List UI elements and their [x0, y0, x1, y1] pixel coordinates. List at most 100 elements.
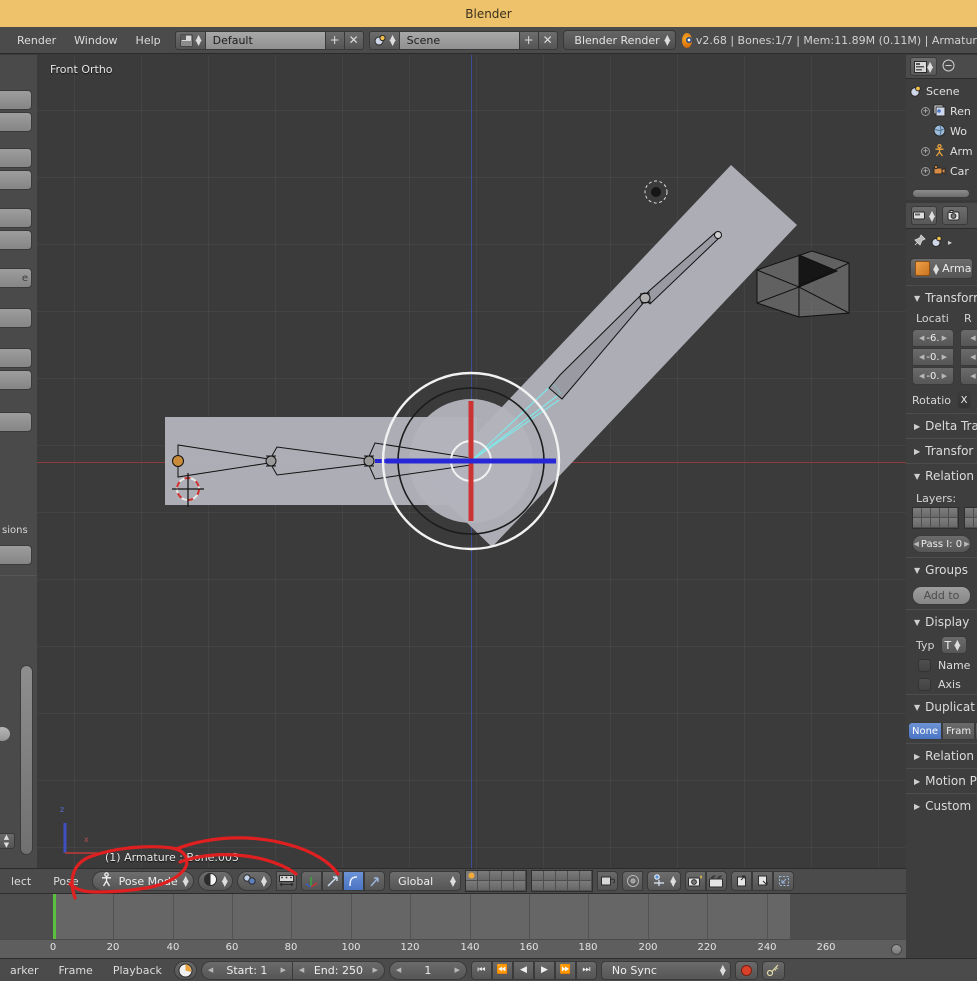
layer-cell[interactable]: [922, 518, 931, 528]
outliner-display-mode-icon[interactable]: ▲▼: [910, 57, 937, 76]
sync-mode-selector[interactable]: No Sync ▲▼: [601, 961, 731, 980]
layer-cell[interactable]: [544, 881, 556, 891]
stepper-icon[interactable]: ▲▼: [0, 833, 15, 849]
layer-cell[interactable]: [940, 518, 949, 528]
viewport-shading-selector[interactable]: ▲▼: [198, 871, 233, 891]
outliner-item-render[interactable]: + Ren: [909, 101, 974, 121]
layer-cell[interactable]: [965, 508, 974, 518]
transform-orientation-selector[interactable]: Global ▲▼: [389, 871, 461, 891]
extra-manipulator-icon[interactable]: [364, 871, 385, 891]
panel-header-transform-locks[interactable]: ▶ Transfor: [906, 438, 977, 463]
decrement-icon[interactable]: ◀: [206, 966, 215, 974]
display-type-select[interactable]: T ▲▼: [941, 636, 967, 654]
screen-layout-field[interactable]: Default: [206, 31, 326, 50]
tab-scene[interactable]: [942, 206, 968, 225]
layer-cell-active[interactable]: [466, 871, 478, 881]
pass-index-field[interactable]: ◀ Pass I: 0 ▶: [912, 535, 971, 553]
auto-keying-icon[interactable]: [174, 961, 197, 980]
duplication-option-none[interactable]: None: [908, 722, 942, 740]
layer-cell[interactable]: [466, 881, 478, 891]
filter-icon[interactable]: [942, 59, 955, 75]
layer-cell[interactable]: [931, 508, 940, 518]
layer-cell[interactable]: [913, 508, 922, 518]
display-name-checkbox-row[interactable]: Name: [906, 656, 977, 675]
layer-group-2[interactable]: [964, 507, 977, 529]
outliner-scrollbar[interactable]: [912, 189, 970, 198]
spinner-icon[interactable]: ▲▼: [720, 965, 726, 975]
duplication-option-frames[interactable]: Fram: [942, 722, 975, 740]
location-z-field[interactable]: ◀ -0. ▶: [912, 367, 954, 385]
layer-cell[interactable]: [949, 518, 958, 528]
increment-icon[interactable]: ▶: [371, 966, 380, 974]
scene-layers-widget[interactable]: [465, 870, 527, 892]
layer-group-1[interactable]: [912, 507, 959, 529]
jump-to-start-icon[interactable]: ⏮: [471, 961, 492, 980]
pivot-point-selector[interactable]: ▲▼: [237, 871, 272, 891]
panel-header-transform[interactable]: ▼ Transform: [906, 285, 977, 310]
outliner-editor[interactable]: ▲▼ Scene + Ren: [906, 55, 977, 200]
render-animation-icon[interactable]: [706, 871, 727, 891]
tool-button[interactable]: [0, 412, 32, 432]
id-block-object[interactable]: ▲▼ Arma: [910, 258, 973, 279]
display-axis-checkbox-row[interactable]: Axis: [906, 675, 977, 694]
spinner-icon[interactable]: ▲▼: [222, 876, 228, 886]
layer-cell[interactable]: [544, 871, 556, 881]
layer-cell[interactable]: [922, 508, 931, 518]
spinner-icon[interactable]: ▲▼: [954, 640, 960, 650]
tool-button[interactable]: [0, 170, 32, 190]
render-image-icon[interactable]: [685, 871, 706, 891]
scene-selector[interactable]: ▲▼ Scene + ✕: [369, 31, 557, 50]
panel-header-relations[interactable]: ▼ Relation: [906, 463, 977, 488]
rotation-z-field[interactable]: ◀: [960, 367, 977, 385]
tool-slider-knob[interactable]: [0, 727, 10, 741]
outliner-item-armature[interactable]: + Arm: [909, 141, 974, 161]
translate-manipulator-icon[interactable]: [301, 871, 322, 891]
paste-flipped-icon[interactable]: [773, 871, 794, 891]
add-scene-button[interactable]: +: [520, 31, 539, 50]
keying-set-button[interactable]: [762, 961, 785, 980]
snap-selector[interactable]: ▲▼: [647, 871, 681, 891]
tool-button[interactable]: [0, 208, 32, 228]
layer-cell[interactable]: [949, 508, 958, 518]
panel-header-motion-paths[interactable]: ▶ Motion P: [906, 768, 977, 793]
rotate-manipulator-icon[interactable]: [322, 871, 343, 891]
add-to-group-button[interactable]: Add to: [912, 586, 971, 605]
screen-layout-selector[interactable]: ▲▼ Default + ✕: [175, 31, 363, 50]
layer-cell[interactable]: [502, 881, 514, 891]
checkbox[interactable]: [918, 659, 931, 672]
menu-frame[interactable]: Frame: [51, 962, 101, 979]
layer-cell[interactable]: [502, 871, 514, 881]
menu-marker[interactable]: arker: [2, 962, 47, 979]
tool-button[interactable]: [0, 370, 32, 390]
tool-button[interactable]: [0, 230, 32, 250]
layer-cell[interactable]: [478, 871, 490, 881]
spinner-icon[interactable]: ▲▼: [670, 876, 676, 886]
next-keyframe-icon[interactable]: ⏩: [555, 961, 576, 980]
spinner-icon[interactable]: ▲▼: [450, 876, 456, 886]
viewport-menu-pose[interactable]: Pose: [44, 873, 87, 890]
timeline-playhead[interactable]: [53, 894, 56, 939]
layer-cell[interactable]: [580, 881, 592, 891]
scene-layers-widget-2[interactable]: [531, 870, 593, 892]
layer-cell[interactable]: [532, 881, 544, 891]
viewport-menu-select[interactable]: lect: [2, 873, 40, 890]
delete-screen-layout-button[interactable]: ✕: [345, 31, 364, 50]
proportional-edit-icon[interactable]: [622, 871, 643, 891]
layer-cell[interactable]: [514, 881, 526, 891]
add-screen-layout-button[interactable]: +: [326, 31, 345, 50]
tool-button[interactable]: [0, 148, 32, 168]
spinner-icon[interactable]: ▲▼: [261, 876, 267, 886]
scene-field[interactable]: Scene: [400, 31, 520, 50]
properties-editor[interactable]: ▲▼ ▸ ▲▼ Arma ▼ Transform: [906, 203, 977, 981]
spinner-icon[interactable]: ▲▼: [664, 35, 670, 45]
end-frame-field[interactable]: ◀ End: 250 ▶: [293, 961, 385, 980]
layer-cell[interactable]: [478, 881, 490, 891]
decrement-icon[interactable]: ◀: [917, 353, 926, 361]
layer-cell[interactable]: [490, 871, 502, 881]
tool-button-partial[interactable]: e: [0, 268, 32, 288]
pin-icon[interactable]: [912, 234, 926, 251]
layer-cell[interactable]: [532, 871, 544, 881]
jump-to-end-icon[interactable]: ⏭: [576, 961, 597, 980]
layer-cell[interactable]: [556, 881, 568, 891]
timeline-scroll-knob[interactable]: [891, 944, 902, 955]
